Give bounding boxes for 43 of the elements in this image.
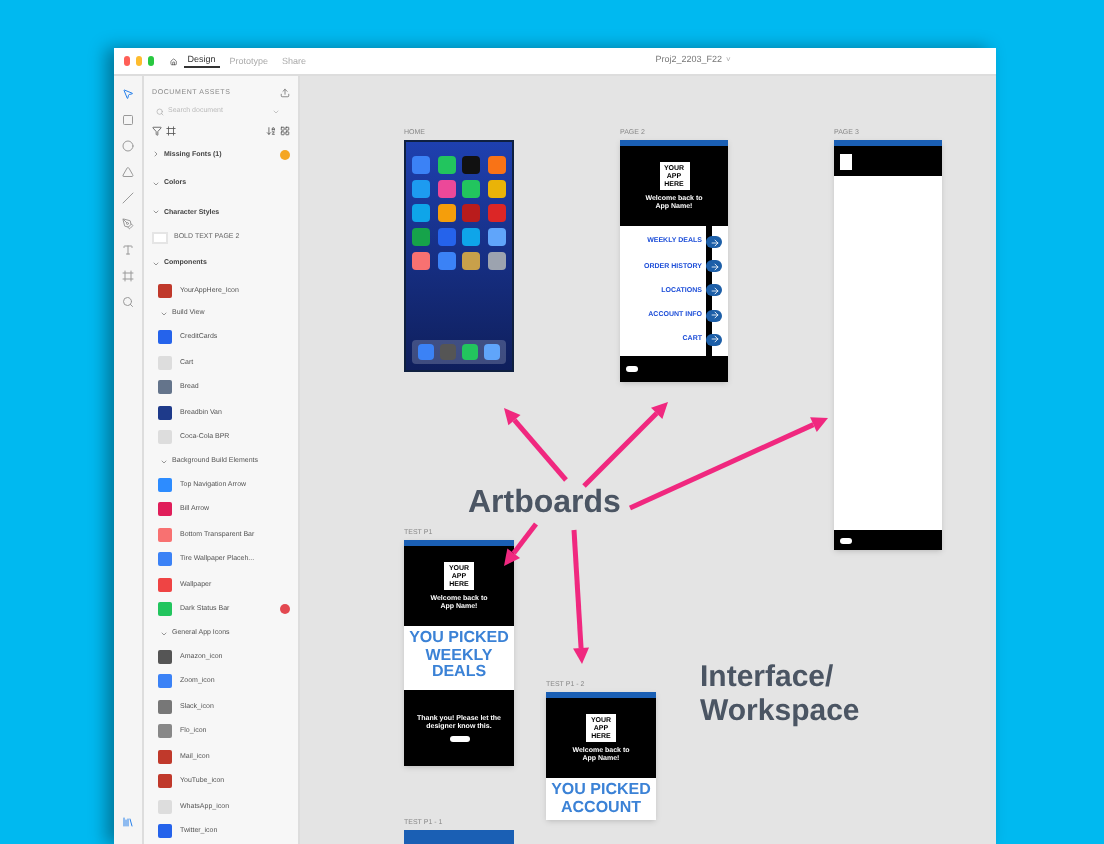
back-icon: [449, 735, 469, 741]
arrow-icon: [706, 333, 722, 346]
tool-icon[interactable]: [122, 192, 134, 204]
tool-icon[interactable]: [122, 166, 134, 178]
tool-icon[interactable]: [122, 114, 134, 126]
export-icon[interactable]: [280, 88, 290, 98]
headline: YOU PICKED WEEKLY DEALS: [409, 630, 509, 681]
status-bar: [404, 540, 514, 546]
search-icon: [156, 107, 164, 115]
headline: YOU PICKED ACCOUNT: [551, 782, 651, 816]
maximize-icon[interactable]: [148, 56, 155, 66]
grid-view-icon[interactable]: [280, 125, 290, 135]
back-icon: [840, 537, 852, 543]
library-icon[interactable]: [122, 816, 134, 828]
arrow-icon: [706, 309, 722, 322]
arrow: [504, 408, 568, 482]
component-thumbnail: [158, 283, 172, 298]
tool-icon[interactable]: [122, 296, 134, 308]
tool-icon[interactable]: [122, 244, 134, 256]
arrow: [504, 522, 538, 566]
filter-icon[interactable]: [152, 125, 162, 135]
sort-icon[interactable]: [266, 125, 276, 135]
status-bar: [834, 140, 942, 146]
status-bar: [546, 692, 656, 698]
tool-icon[interactable]: [122, 140, 134, 152]
arrow-icon: [706, 260, 722, 273]
home-icon[interactable]: [170, 55, 178, 67]
logo-icon: [840, 153, 852, 169]
frame-icon[interactable]: [166, 125, 176, 135]
arrow-icon: [706, 284, 722, 297]
style-swatch: [152, 232, 168, 244]
annotation-label: Interface/ Workspace: [700, 660, 862, 728]
status-bar: [620, 140, 728, 146]
tool-icon[interactable]: [122, 88, 134, 100]
tool-icon[interactable]: [122, 270, 134, 282]
tool-icon[interactable]: [122, 218, 134, 230]
back-icon: [626, 366, 638, 372]
minimize-icon[interactable]: [136, 56, 143, 66]
close-icon[interactable]: [124, 56, 131, 66]
annotation-label: Artboards: [468, 484, 621, 524]
artboard: [404, 830, 514, 844]
arrow: [571, 529, 590, 664]
arrow-icon: [706, 236, 722, 249]
